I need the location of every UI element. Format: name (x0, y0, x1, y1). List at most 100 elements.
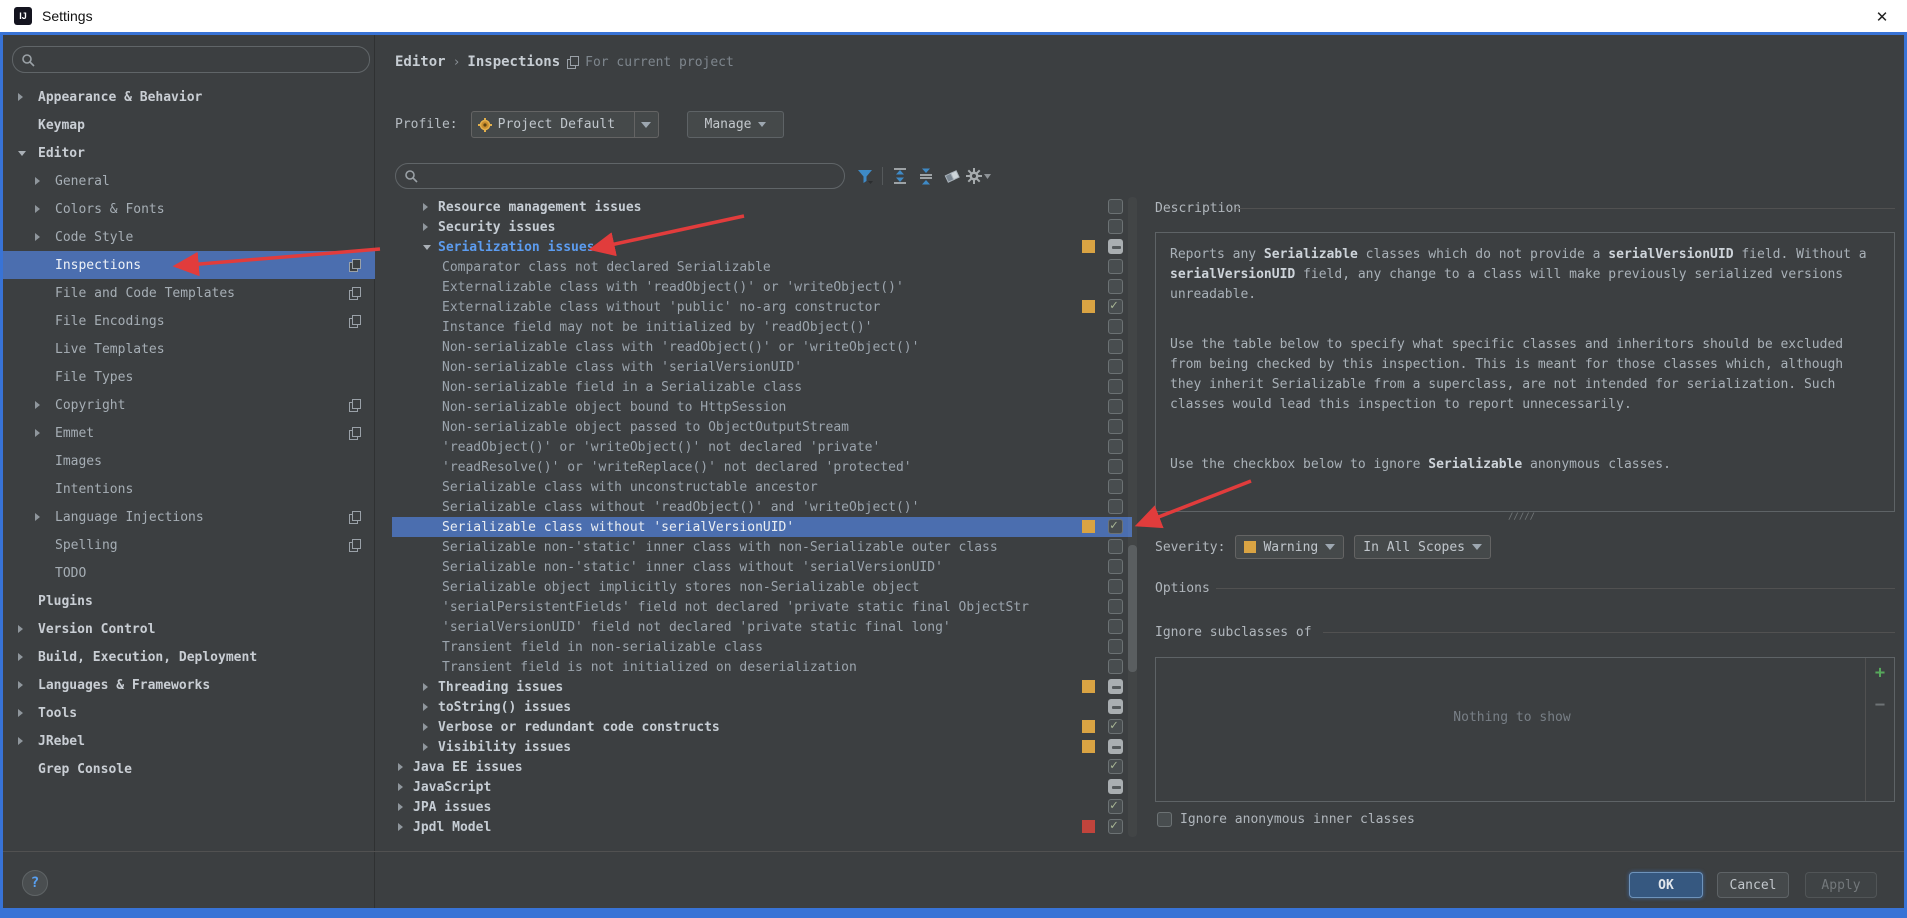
sidebar-search[interactable] (12, 46, 370, 73)
reset-eraser-icon[interactable] (939, 166, 965, 186)
inspection-checkbox-partial[interactable] (1108, 679, 1123, 694)
add-button[interactable]: + (1871, 664, 1889, 682)
close-icon[interactable]: ✕ (1871, 6, 1893, 28)
tree-row-java-ee-issues[interactable]: Java EE issues (392, 757, 1132, 777)
inspection-checkbox-empty[interactable] (1108, 419, 1123, 434)
scope-combobox[interactable]: In All Scopes (1354, 535, 1491, 559)
inspection-checkbox-empty[interactable] (1108, 559, 1123, 574)
tree-row-visibility-issues[interactable]: Visibility issues (392, 737, 1132, 757)
inspections-search[interactable] (395, 163, 845, 189)
chevron-right-icon[interactable] (35, 233, 55, 241)
inspection-checkbox-empty[interactable] (1108, 479, 1123, 494)
filter-icon[interactable] (852, 166, 878, 186)
inspection-checkbox-empty[interactable] (1108, 639, 1123, 654)
tree-row-readobject-or-writeobject-not-declared-private[interactable]: 'readObject()' or 'writeObject()' not de… (392, 437, 1132, 457)
ok-button[interactable]: OK (1629, 872, 1703, 898)
sidebar-item-inspections[interactable]: Inspections (3, 251, 375, 279)
sidebar-item-copyright[interactable]: Copyright (3, 391, 375, 419)
sidebar-item-colors-fonts[interactable]: Colors & Fonts (3, 195, 375, 223)
sidebar-item-appearance-behavior[interactable]: Appearance & Behavior (3, 83, 375, 111)
tree-row-serialization-issues[interactable]: Serialization issues (392, 237, 1132, 257)
inspection-checkbox-empty[interactable] (1108, 279, 1123, 294)
help-button[interactable]: ? (22, 870, 48, 896)
sidebar-item-editor[interactable]: Editor (3, 139, 375, 167)
inspection-checkbox-empty[interactable] (1108, 319, 1123, 334)
chevron-right-icon[interactable] (18, 625, 38, 633)
inspection-checkbox-partial[interactable] (1108, 699, 1123, 714)
inspection-checkbox-partial[interactable] (1108, 779, 1123, 794)
chevron-right-icon[interactable] (423, 223, 438, 231)
chevron-right-icon[interactable] (423, 723, 438, 731)
chevron-right-icon[interactable] (18, 709, 38, 717)
tree-row-instance-field-may-not-be-initialized-by-readobjec[interactable]: Instance field may not be initialized by… (392, 317, 1132, 337)
tree-row-serializable-non-static-inner-class-with-non-seria[interactable]: Serializable non-'static' inner class wi… (392, 537, 1132, 557)
sidebar-item-emmet[interactable]: Emmet (3, 419, 375, 447)
sidebar-item-grep-console[interactable]: Grep Console (3, 755, 375, 783)
tree-row-serializable-non-static-inner-class-without-serial[interactable]: Serializable non-'static' inner class wi… (392, 557, 1132, 577)
apply-button[interactable]: Apply (1805, 872, 1877, 898)
tree-row-tostring-issues[interactable]: toString() issues (392, 697, 1132, 717)
chevron-right-icon[interactable] (35, 401, 55, 409)
inspection-checkbox-empty[interactable] (1108, 259, 1123, 274)
inspections-search-input[interactable] (424, 168, 844, 185)
inspection-checkbox-empty[interactable] (1108, 619, 1123, 634)
inspection-checkbox-checked[interactable] (1108, 799, 1123, 814)
inspection-checkbox-empty[interactable] (1108, 439, 1123, 454)
chevron-right-icon[interactable] (423, 203, 438, 211)
sidebar-item-code-style[interactable]: Code Style (3, 223, 375, 251)
chevron-down-icon[interactable] (18, 151, 38, 156)
inspection-checkbox-empty[interactable] (1108, 539, 1123, 554)
chevron-right-icon[interactable] (398, 783, 413, 791)
tree-row-serializable-class-with-unconstructable-ancestor[interactable]: Serializable class with unconstructable … (392, 477, 1132, 497)
sidebar-item-jrebel[interactable]: JRebel (3, 727, 375, 755)
inspection-checkbox-empty[interactable] (1108, 599, 1123, 614)
sidebar-item-file-types[interactable]: File Types (3, 363, 375, 391)
inspection-checkbox-checked[interactable] (1108, 759, 1123, 774)
inspection-checkbox-empty[interactable] (1108, 379, 1123, 394)
sidebar-item-file-encodings[interactable]: File Encodings (3, 307, 375, 335)
chevron-right-icon[interactable] (18, 681, 38, 689)
inspection-checkbox-empty[interactable] (1108, 459, 1123, 474)
sidebar-item-keymap[interactable]: Keymap (3, 111, 375, 139)
inspection-checkbox-partial[interactable] (1108, 739, 1123, 754)
chevron-right-icon[interactable] (398, 763, 413, 771)
sidebar-item-file-and-code-templates[interactable]: File and Code Templates (3, 279, 375, 307)
tree-row-jpdl-model[interactable]: Jpdl Model (392, 817, 1132, 837)
resize-grip[interactable]: ///// (1508, 512, 1535, 522)
chevron-right-icon[interactable] (35, 429, 55, 437)
tree-row-jpa-issues[interactable]: JPA issues (392, 797, 1132, 817)
inspection-checkbox-checked[interactable] (1108, 299, 1123, 314)
tree-row-serialpersistentfields-field-not-declared-private-[interactable]: 'serialPersistentFields' field not decla… (392, 597, 1132, 617)
sidebar-item-spelling[interactable]: Spelling (3, 531, 375, 559)
tree-row-serializable-object-implicitly-stores-non-serializ[interactable]: Serializable object implicitly stores no… (392, 577, 1132, 597)
sidebar-item-version-control[interactable]: Version Control (3, 615, 375, 643)
tree-row-resource-management-issues[interactable]: Resource management issues (392, 197, 1132, 217)
chevron-right-icon[interactable] (18, 737, 38, 745)
gear-icon[interactable] (965, 166, 991, 186)
inspection-checkbox-checked[interactable] (1108, 719, 1123, 734)
tree-row-verbose-or-redundant-code-constructs[interactable]: Verbose or redundant code constructs (392, 717, 1132, 737)
severity-combobox[interactable]: Warning (1235, 535, 1344, 559)
tree-row-serializable-class-without-serialversionuid[interactable]: Serializable class without 'serialVersio… (392, 517, 1132, 537)
inspection-checkbox-empty[interactable] (1108, 399, 1123, 414)
tree-row-non-serializable-class-with-readobject-or-writeobj[interactable]: Non-serializable class with 'readObject(… (392, 337, 1132, 357)
sidebar-item-todo[interactable]: TODO (3, 559, 375, 587)
chevron-down-icon[interactable] (634, 112, 658, 137)
tree-row-threading-issues[interactable]: Threading issues (392, 677, 1132, 697)
tree-row-non-serializable-field-in-a-serializable-class[interactable]: Non-serializable field in a Serializable… (392, 377, 1132, 397)
tree-row-transient-field-is-not-initialized-on-deserializat[interactable]: Transient field is not initialized on de… (392, 657, 1132, 677)
tree-row-serialversionuid-field-not-declared-private-static[interactable]: 'serialVersionUID' field not declared 'p… (392, 617, 1132, 637)
tree-row-comparator-class-not-declared-serializable[interactable]: Comparator class not declared Serializab… (392, 257, 1132, 277)
profile-combobox[interactable]: Project Default (471, 111, 659, 138)
sidebar-search-input[interactable] (41, 51, 369, 68)
tree-row-externalizable-class-with-readobject-or-writeobjec[interactable]: Externalizable class with 'readObject()'… (392, 277, 1132, 297)
sidebar-item-tools[interactable]: Tools (3, 699, 375, 727)
chevron-right-icon[interactable] (423, 683, 438, 691)
ignore-subclasses-list[interactable]: Nothing to show + − (1155, 657, 1895, 802)
tree-row-readresolve-or-writereplace-not-declared-protected[interactable]: 'readResolve()' or 'writeReplace()' not … (392, 457, 1132, 477)
inspection-checkbox-empty[interactable] (1108, 579, 1123, 594)
sidebar-item-images[interactable]: Images (3, 447, 375, 475)
chevron-right-icon[interactable] (398, 823, 413, 831)
tree-row-non-serializable-object-bound-to-httpsession[interactable]: Non-serializable object bound to HttpSes… (392, 397, 1132, 417)
chevron-down-icon[interactable] (423, 245, 438, 250)
